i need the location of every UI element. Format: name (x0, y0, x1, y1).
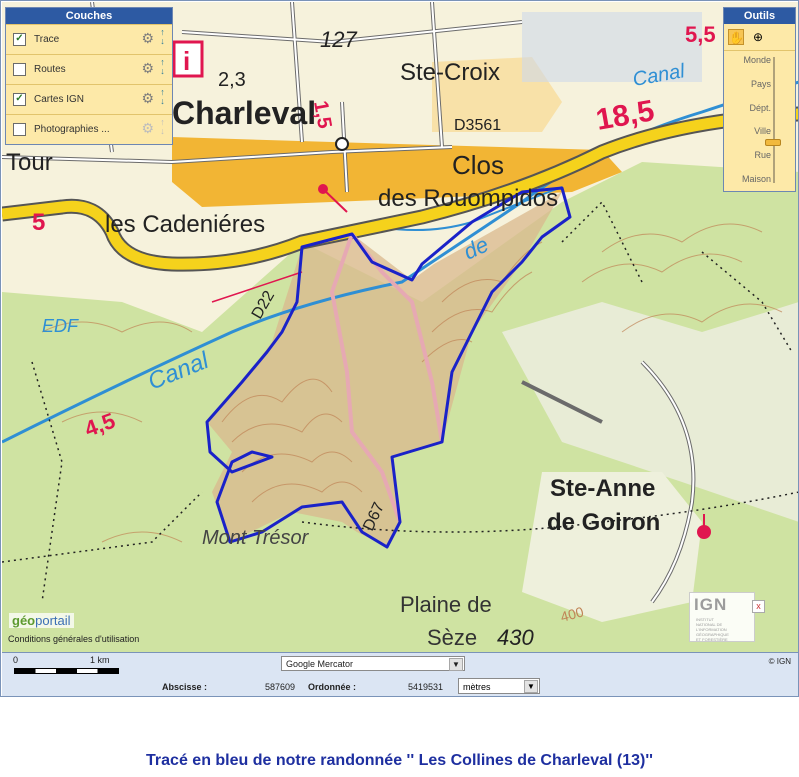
abscisse-value: 587609 (265, 682, 296, 692)
map-viewer: Charleval Tour Ste-Croix Clos des Rouomp… (0, 0, 799, 697)
ign-close-icon[interactable]: x (752, 600, 765, 613)
gear-icon[interactable]: ⚙ (141, 30, 154, 47)
zoom-level-rue[interactable]: Rue (754, 150, 771, 160)
label-ste-anne: Ste-Anne (550, 475, 655, 502)
layer-row-cartes-ign[interactable]: ✓ Cartes IGN ⚙ ↑ ↓ (6, 84, 172, 114)
label-5: 5 (32, 209, 45, 236)
projection-value: Google Mercator (286, 659, 354, 669)
up-down-arrows-icon[interactable]: ↑ ↓ (158, 58, 167, 76)
status-bar: 0 1 km Google Mercator ▼ © IGN Abscisse … (2, 652, 798, 696)
layer-row-trace[interactable]: ✓ Trace ⚙ ↑ ↓ (6, 24, 172, 54)
scale-bar (14, 668, 119, 674)
layers-panel-title: Couches (6, 8, 172, 24)
gear-icon[interactable]: ⚙ (141, 120, 154, 137)
chapel-marker[interactable] (697, 525, 711, 539)
label-seze: Sèze (427, 625, 477, 650)
label-alt-430: 430 (497, 625, 534, 650)
layer-checkbox-trace[interactable]: ✓ (13, 33, 26, 46)
zoom-level-dept[interactable]: Dépt. (749, 103, 771, 113)
label-2-3: 2,3 (218, 69, 246, 91)
geoportail-logo-portail: portail (35, 613, 71, 628)
conditions-link[interactable]: Conditions générales d'utilisation (8, 634, 139, 644)
zoom-level-ville[interactable]: Ville (754, 126, 771, 136)
church-marker (335, 137, 349, 151)
unit-select[interactable]: mètres ▼ (458, 678, 540, 694)
layers-panel: Couches ✓ Trace ⚙ ↑ ↓ Routes ⚙ ↑ ↓ ✓ Carte… (5, 7, 173, 145)
ordonnee-label: Ordonnée : (308, 682, 357, 692)
layer-label: Routes (34, 64, 66, 75)
ign-logo-text: IGN (694, 595, 728, 614)
label-rouompidos: des Rouompidos (378, 185, 558, 212)
label-charleval: Charleval (172, 95, 316, 131)
zoom-track (773, 57, 775, 183)
hand-pan-icon[interactable]: ✋ (728, 29, 744, 45)
up-down-arrows-icon[interactable]: ↑ ↓ (158, 88, 167, 106)
layer-row-routes[interactable]: Routes ⚙ ↑ ↓ (6, 54, 172, 84)
copyright: © IGN (768, 657, 791, 666)
ign-logo-subtext: INSTITUT NATIONAL DE L'INFORMATION GÉOGR… (696, 617, 729, 642)
geoportail-logo-geo: géo (12, 613, 36, 628)
up-down-arrows-icon[interactable]: ↑ ↓ (158, 118, 167, 136)
label-de-goiron: de Goiron (547, 509, 660, 536)
layer-checkbox-photographies[interactable] (13, 123, 26, 136)
label-clos: Clos (452, 150, 504, 180)
scale-end: 1 km (90, 655, 110, 665)
label-plaine-de: Plaine de (400, 592, 492, 617)
zoom-level-maison[interactable]: Maison (742, 174, 771, 184)
info-icon: i (183, 46, 190, 76)
scale-start: 0 (13, 655, 19, 665)
tool-buttons: ✋ ⊕ (724, 24, 795, 51)
ordonnee-value: 5419531 (408, 682, 444, 692)
label-cadenieres: les Cadeniéres (105, 211, 265, 238)
zoom-box-icon[interactable]: ⊕ (750, 29, 766, 45)
page-caption: Tracé en bleu de notre randonnée '' Les … (146, 752, 653, 769)
ign-logo[interactable]: IGN INSTITUT NATIONAL DE L'INFORMATION G… (689, 592, 755, 642)
chevron-down-icon[interactable]: ▼ (449, 658, 463, 671)
gear-icon[interactable]: ⚙ (141, 90, 154, 107)
layer-label: Trace (34, 34, 60, 45)
zoom-level-monde[interactable]: Monde (743, 55, 771, 65)
layer-label: Photographies ... (34, 124, 110, 135)
geoportail-logo[interactable]: géoportail (9, 613, 74, 628)
label-ste-croix: Ste-Croix (400, 59, 500, 86)
zoom-slider[interactable]: Monde Pays Dépt. Ville Rue Maison (724, 51, 795, 191)
gear-icon[interactable]: ⚙ (141, 60, 154, 77)
label-tour: Tour (6, 149, 53, 176)
layer-checkbox-routes[interactable] (13, 63, 26, 76)
up-down-arrows-icon[interactable]: ↑ ↓ (158, 28, 167, 46)
zoom-thumb[interactable] (765, 139, 781, 146)
layer-row-photographies[interactable]: Photographies ... ⚙ ↑ ↓ (6, 114, 172, 144)
layer-label: Cartes IGN (34, 94, 85, 105)
abscisse-label: Abscisse : (162, 682, 208, 692)
label-5-5: 5,5 (685, 22, 716, 47)
label-edf: EDF (42, 316, 79, 336)
tools-panel: Outils ✋ ⊕ Monde Pays Dépt. Ville Rue Ma… (723, 7, 796, 192)
layer-checkbox-cartes-ign[interactable]: ✓ (13, 93, 26, 106)
zoom-level-pays[interactable]: Pays (751, 79, 771, 89)
chevron-down-icon[interactable]: ▼ (524, 680, 538, 693)
label-mont-tresor: Mont Trésor (202, 527, 310, 549)
label-d3561: D3561 (454, 117, 501, 134)
unit-value: mètres (463, 682, 491, 692)
projection-select[interactable]: Google Mercator ▼ (281, 656, 465, 671)
label-127: 127 (320, 27, 357, 52)
tools-panel-title: Outils (724, 8, 795, 24)
